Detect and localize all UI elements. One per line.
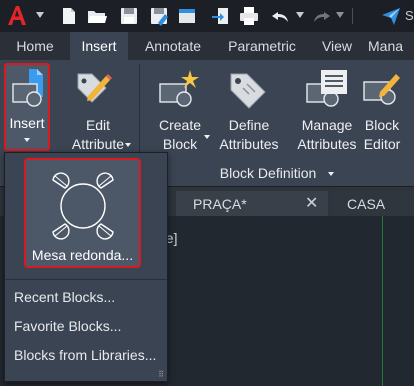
- create-block-label-line2: Block: [162, 136, 198, 152]
- new-file-icon[interactable]: [58, 5, 80, 27]
- save-icon[interactable]: [118, 5, 140, 27]
- tab-insert[interactable]: Insert: [70, 32, 128, 60]
- document-tab-casa-pop-label: CASA POP: [347, 196, 385, 238]
- autocad-window: S Home Insert Annotate Parametric View M…: [0, 0, 414, 386]
- redo-dropdown-chevron-down-icon[interactable]: [336, 12, 344, 18]
- edit-attribute-tag-pencil-icon: [77, 73, 112, 103]
- undo-icon[interactable]: [270, 5, 292, 27]
- define-attributes-tag-icon: [230, 73, 266, 109]
- manage-attributes-label-line1: Manage: [301, 117, 353, 133]
- autocad-logo-icon[interactable]: [4, 3, 30, 29]
- toolbar-separator: [352, 8, 353, 24]
- dropdown-separator: [5, 279, 167, 280]
- send-arrow-icon[interactable]: [380, 5, 402, 27]
- plot-printer-icon[interactable]: [238, 5, 260, 27]
- edit-attribute-button[interactable]: Edit Attribute: [60, 64, 136, 156]
- insert-block-gallery-dropdown: Mesa redonda... Recent Blocks... Favorit…: [4, 152, 168, 382]
- create-block-dropdown-arrow-icon: [204, 135, 210, 139]
- insert-block-icon: [12, 69, 43, 107]
- insert-label: Insert: [9, 115, 45, 131]
- manage-attributes-icon: [306, 70, 347, 107]
- y-axis-green-line: [382, 216, 383, 386]
- define-attributes-label-line1: Define: [228, 117, 270, 133]
- block-definition-panel-title[interactable]: Block Definition: [140, 161, 414, 185]
- tab-home[interactable]: Home: [4, 32, 66, 60]
- quick-access-toolbar: S: [0, 0, 414, 32]
- tab-annotate[interactable]: Annotate: [133, 32, 213, 60]
- favorite-blocks-menu-item[interactable]: Favorite Blocks...: [14, 318, 121, 334]
- document-tab-praca-label: PRAÇA*: [193, 196, 247, 212]
- blocks-from-libraries-menu-item[interactable]: Blocks from Libraries...: [14, 347, 156, 363]
- open-folder-icon[interactable]: [86, 5, 108, 27]
- define-attributes-button[interactable]: Define Attributes: [213, 64, 285, 156]
- save-as-icon[interactable]: [148, 5, 170, 27]
- ribbon-tab-bar: Home Insert Annotate Parametric View Man…: [0, 32, 414, 60]
- open-web-icon[interactable]: [176, 5, 198, 27]
- close-tab-icon[interactable]: ✕: [305, 191, 318, 217]
- define-attributes-label-line2: Attributes: [219, 136, 279, 152]
- edit-attribute-label-line1: Edit: [85, 117, 111, 133]
- block-editor-label-line1: Block: [364, 117, 400, 133]
- application-menu-chevron-down-icon[interactable]: [36, 12, 44, 18]
- title-truncated-text: S: [405, 8, 414, 23]
- block-thumbnail-label: Mesa redonda...: [31, 247, 134, 263]
- insert-block-button[interactable]: Insert: [4, 63, 50, 151]
- tab-manage[interactable]: Mana: [368, 32, 414, 60]
- manage-attributes-button[interactable]: Manage Attributes: [289, 64, 365, 156]
- block-thumbnail-mesa-redonda[interactable]: Mesa redonda...: [24, 158, 141, 268]
- create-block-label-line1: Create: [158, 117, 202, 133]
- create-block-button[interactable]: Create Block: [150, 64, 210, 156]
- undo-dropdown-chevron-down-icon[interactable]: [296, 12, 304, 18]
- edit-attribute-dropdown-arrow-icon: [125, 143, 131, 147]
- panel-title-text: Block Definition: [219, 165, 317, 181]
- panel-expand-arrow-icon: [328, 172, 335, 176]
- tab-view[interactable]: View: [312, 32, 362, 60]
- manage-attributes-label-line2: Attributes: [297, 136, 357, 152]
- recent-blocks-menu-item[interactable]: Recent Blocks...: [14, 289, 115, 305]
- block-editor-button[interactable]: Block Editor: [358, 64, 406, 156]
- share-icon[interactable]: [210, 5, 232, 27]
- create-block-icon: [159, 70, 199, 107]
- redo-icon[interactable]: [310, 5, 332, 27]
- block-editor-icon: [363, 74, 400, 105]
- round-table-block-preview-icon: [52, 172, 114, 240]
- insert-dropdown-arrow-icon: [24, 138, 30, 142]
- resize-grip-icon[interactable]: ⠿: [158, 370, 164, 379]
- block-editor-label-line2: Editor: [363, 136, 401, 152]
- tab-parametric[interactable]: Parametric: [218, 32, 306, 60]
